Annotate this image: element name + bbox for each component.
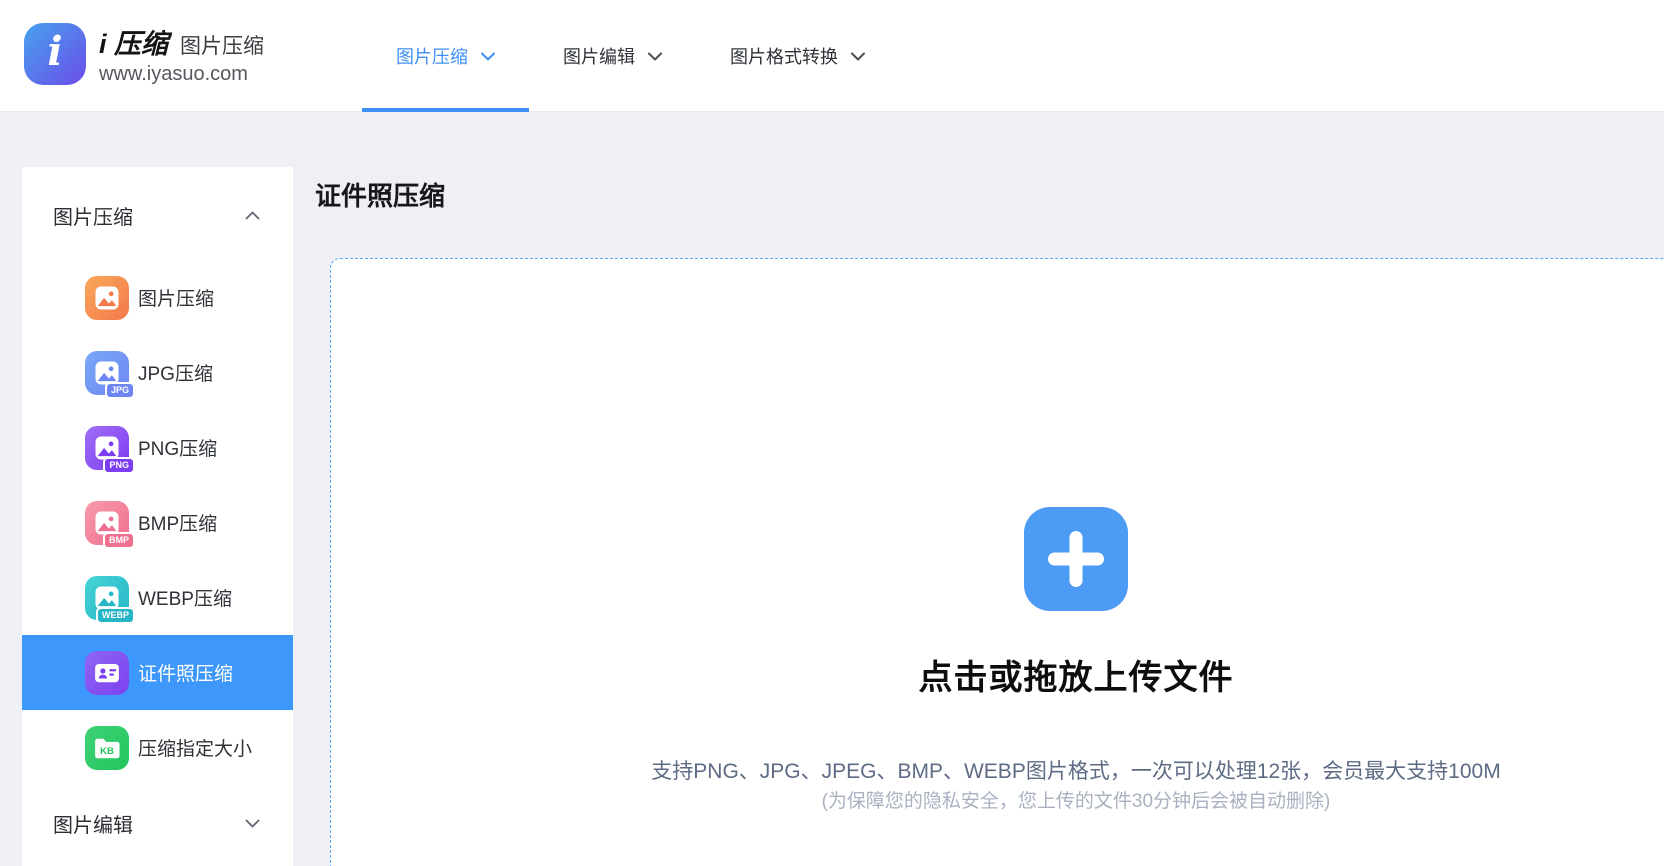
brand-tagline: 图片压缩	[180, 30, 264, 60]
id-photo-icon	[85, 651, 129, 695]
sidebar-item-png-compress[interactable]: PNG PNG压缩	[22, 410, 293, 485]
upload-hint: 支持PNG、JPG、JPEG、BMP、WEBP图片格式，一次可以处理12张，会员…	[651, 758, 1500, 786]
sidebar: 图片压缩 图片压缩 JPG JPG压缩 PNG PNG压缩	[22, 167, 293, 866]
brand-name: i 压缩	[99, 22, 168, 61]
chevron-down-icon	[648, 52, 662, 61]
sidebar-item-webp-compress[interactable]: WEBP WEBP压缩	[22, 560, 293, 635]
webp-badge: WEBP	[96, 607, 135, 624]
logo-letter: i	[47, 32, 62, 72]
brand-logo-icon[interactable]: i	[24, 23, 86, 85]
kb-folder-icon: KB	[85, 726, 129, 770]
chevron-up-icon	[245, 211, 260, 220]
png-compress-icon: PNG	[85, 426, 129, 470]
chevron-down-icon	[245, 819, 260, 828]
sidebar-item-compress-to-size[interactable]: KB 压缩指定大小	[22, 710, 293, 785]
nav-item-image-compress[interactable]: 图片压缩	[362, 0, 529, 112]
sidebar-item-jpg-compress[interactable]: JPG JPG压缩	[22, 335, 293, 410]
upload-heading: 点击或拖放上传文件	[919, 656, 1234, 700]
chevron-down-icon	[851, 52, 865, 61]
sidebar-section-image-edit[interactable]: 图片编辑	[53, 811, 260, 835]
upload-plus-button[interactable]	[1024, 507, 1128, 611]
nav-item-image-edit[interactable]: 图片编辑	[529, 0, 696, 112]
brand[interactable]: i i 压缩 图片压缩 www.iyasuo.com	[24, 22, 264, 86]
webp-compress-icon: WEBP	[85, 576, 129, 620]
jpg-badge: JPG	[105, 382, 135, 399]
sidebar-item-image-compress[interactable]: 图片压缩	[22, 260, 293, 335]
nav-item-format-convert[interactable]: 图片格式转换	[696, 0, 899, 112]
sidebar-item-label: BMP压缩	[138, 509, 217, 536]
main-nav: 图片压缩 图片编辑 图片格式转换	[362, 0, 899, 112]
sidebar-item-label: 压缩指定大小	[138, 734, 252, 761]
brand-url: www.iyasuo.com	[99, 63, 264, 86]
sidebar-item-label: WEBP压缩	[138, 584, 232, 611]
section-label: 图片编辑	[53, 809, 133, 838]
section-label: 图片压缩	[53, 201, 133, 230]
png-badge: PNG	[103, 457, 135, 474]
sidebar-item-id-photo-compress[interactable]: 证件照压缩	[22, 635, 293, 710]
top-header: i i 压缩 图片压缩 www.iyasuo.com 图片压缩 图片编辑 图片格…	[0, 0, 1664, 112]
nav-item-label: 图片格式转换	[730, 43, 838, 69]
sidebar-item-label: 图片压缩	[138, 284, 214, 311]
svg-text:KB: KB	[100, 745, 114, 756]
upload-privacy-note: (为保障您的隐私安全，您上传的文件30分钟后会被自动删除)	[822, 789, 1331, 815]
bmp-badge: BMP	[103, 532, 135, 549]
jpg-compress-icon: JPG	[85, 351, 129, 395]
nav-item-label: 图片压缩	[396, 43, 468, 69]
sidebar-item-label: JPG压缩	[138, 359, 213, 386]
sidebar-item-label: 证件照压缩	[138, 659, 233, 686]
page-title: 证件照压缩	[315, 180, 445, 212]
sidebar-items: 图片压缩 JPG JPG压缩 PNG PNG压缩 BMP BMP压缩	[22, 260, 293, 785]
sidebar-item-bmp-compress[interactable]: BMP BMP压缩	[22, 485, 293, 560]
image-compress-icon	[85, 276, 129, 320]
brand-text: i 压缩 图片压缩 www.iyasuo.com	[99, 22, 264, 86]
chevron-down-icon	[481, 52, 495, 61]
sidebar-item-label: PNG压缩	[138, 434, 217, 461]
bmp-compress-icon: BMP	[85, 501, 129, 545]
sidebar-section-image-compress[interactable]: 图片压缩	[53, 203, 260, 227]
upload-dropzone[interactable]: 点击或拖放上传文件 支持PNG、JPG、JPEG、BMP、WEBP图片格式，一次…	[330, 258, 1664, 866]
nav-item-label: 图片编辑	[563, 43, 635, 69]
